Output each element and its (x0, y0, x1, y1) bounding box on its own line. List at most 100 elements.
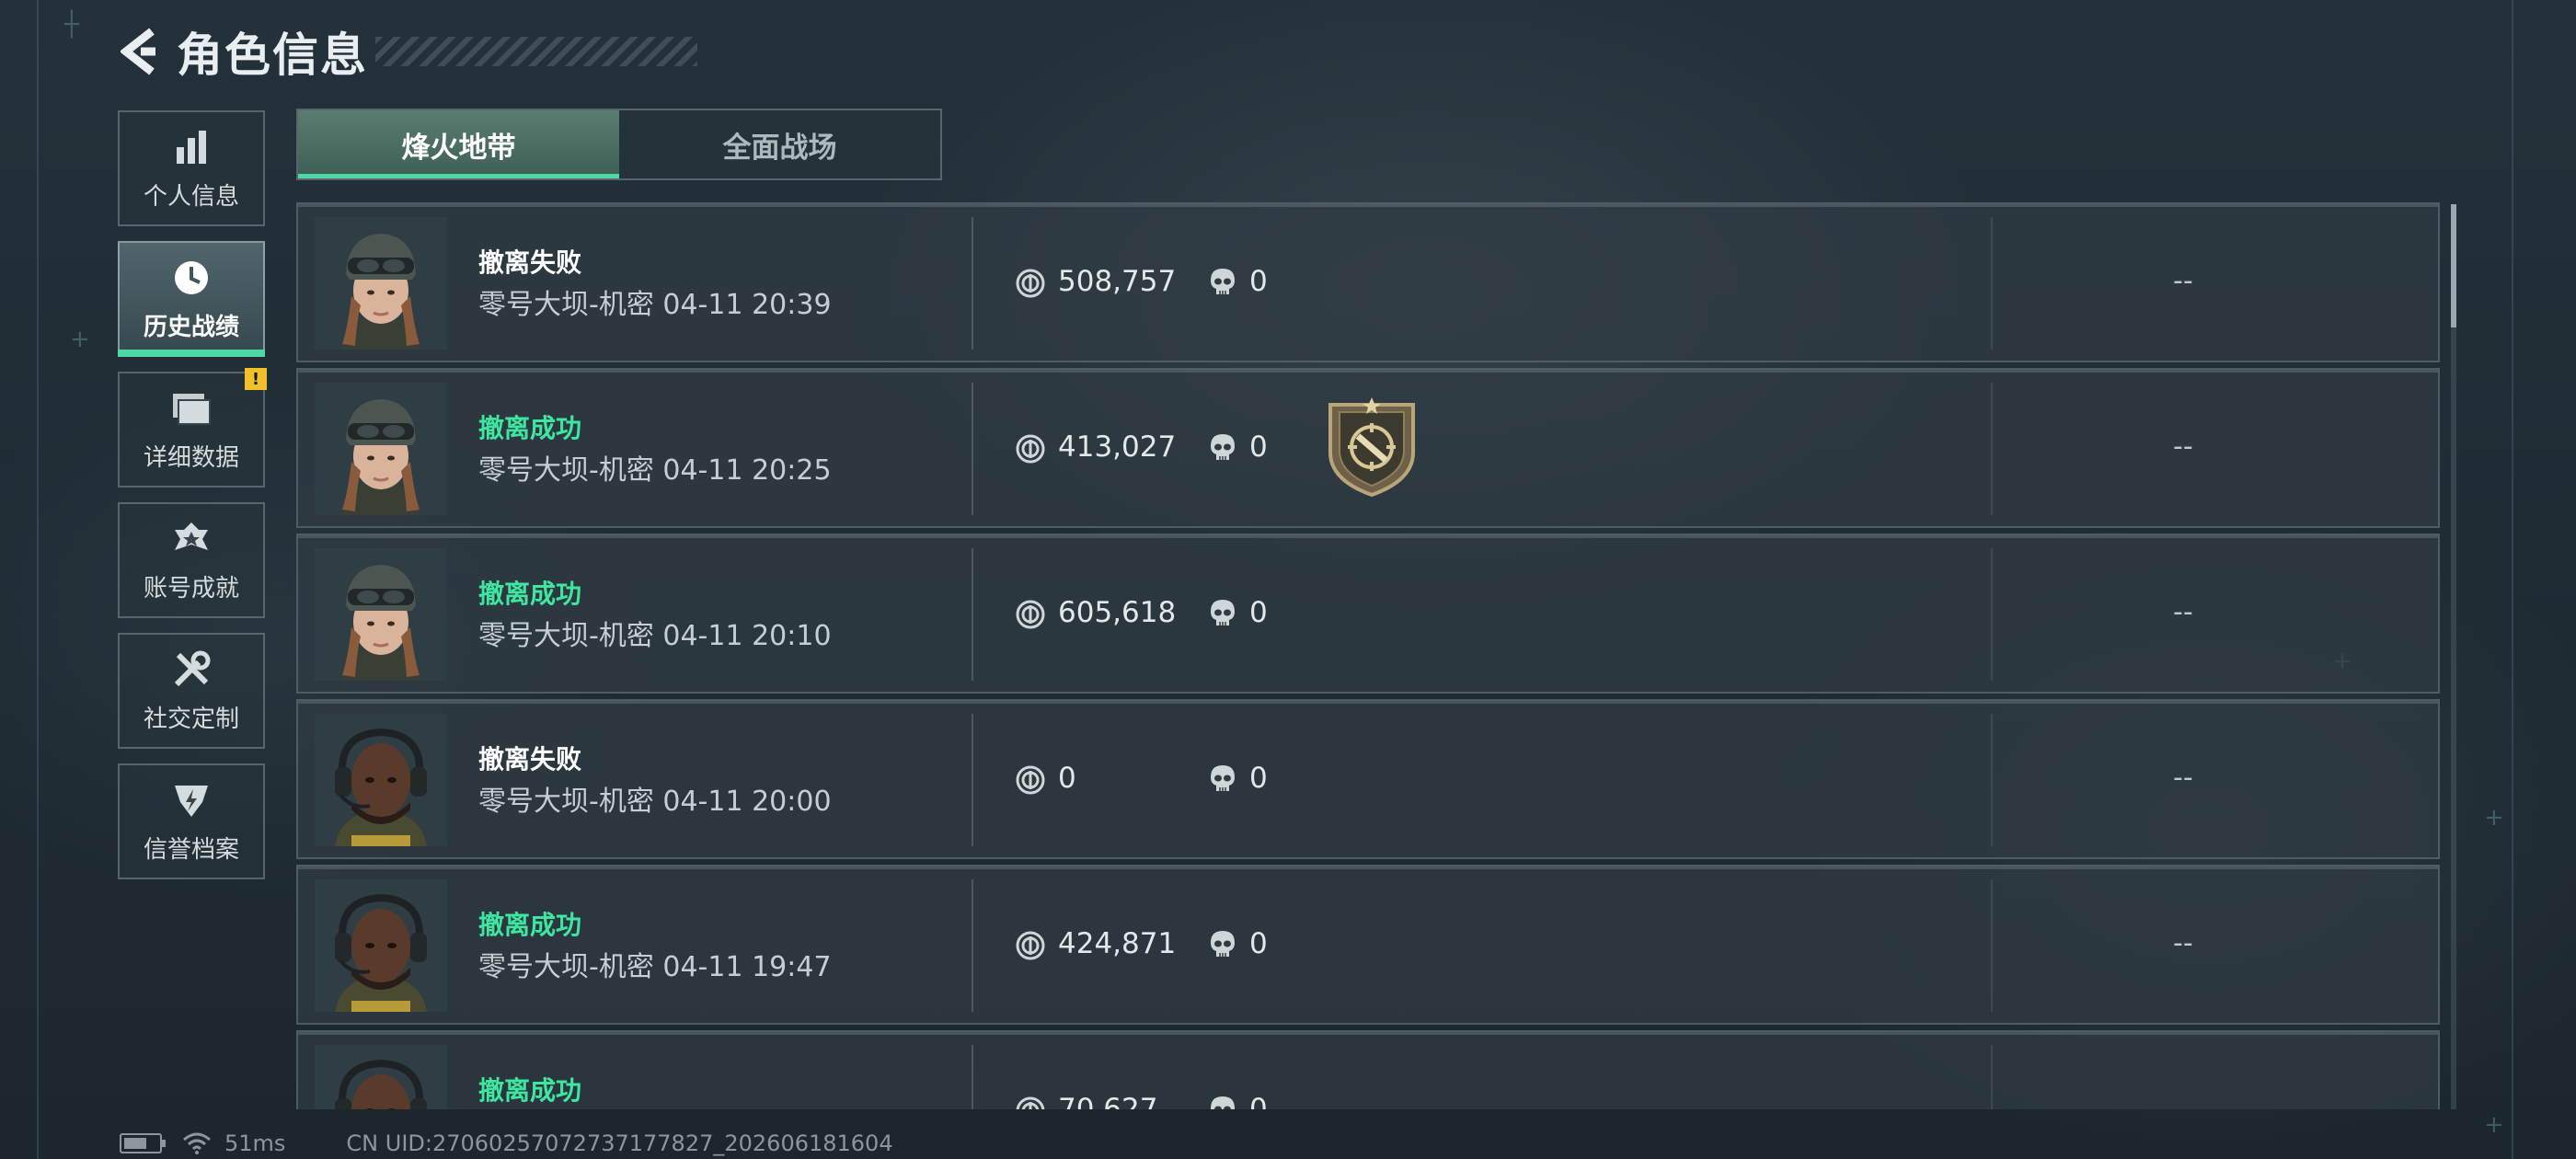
sidebar-item-label: 账号成就 (143, 574, 239, 602)
warning-badge: ! (245, 368, 267, 390)
sidebar-item-label: 信誉档案 (143, 835, 239, 864)
column-divider (972, 217, 973, 350)
loot-value: 413,027 (1058, 430, 1177, 464)
column-divider (972, 383, 973, 515)
wifi-icon (183, 1132, 211, 1154)
sidebar-item-label: 个人信息 (143, 182, 239, 211)
sidebar-item-personal-info[interactable]: 个人信息 (118, 110, 265, 226)
skull-icon (1209, 1095, 1236, 1109)
column-divider (1991, 383, 1993, 515)
match-record-row[interactable]: 撤离失败零号大坝-机密 04-11 20:00 0 0 -- (296, 699, 2440, 859)
coin-icon (1016, 269, 1045, 298)
back-arrow-icon (121, 28, 155, 75)
column-divider (972, 548, 973, 681)
operator-portrait (315, 714, 447, 846)
hud-grid-line (2512, 0, 2513, 1159)
hud-crosshair-decoration: ┼ (64, 11, 79, 39)
column-divider (1991, 548, 1993, 681)
loot-value: 424,871 (1058, 927, 1177, 960)
column-divider (972, 714, 973, 846)
page-header: 角色信息 (118, 24, 697, 82)
match-history-list: 撤离失败 零号大坝-机密 04-11 20:39 508,757 0 -- 撤离成功 零号大… (296, 202, 2440, 1109)
column-divider (1991, 879, 1993, 1012)
loot-value: 508,757 (1058, 265, 1177, 298)
match-record-row[interactable]: 撤离成功零号大坝-机密 04-11 19:47 424,871 0 -- (296, 865, 2440, 1025)
operator-portrait (315, 1045, 447, 1109)
sidebar-item-detailed-data[interactable]: 详细数据 ! (118, 368, 267, 488)
folder-stack-icon (170, 387, 213, 430)
skull-icon (1209, 598, 1236, 629)
kill-count: 0 (1249, 762, 1268, 795)
kill-count: 0 (1249, 927, 1268, 960)
coin-icon (1016, 931, 1045, 960)
coin-icon (1016, 1096, 1045, 1109)
ping-text: 51ms (224, 1130, 286, 1156)
rating-value: -- (2173, 265, 2193, 297)
medal-badge-icon (1321, 396, 1422, 499)
sidebar-item-credit-record[interactable]: 信誉档案 (118, 763, 265, 879)
hud-crosshair-decoration: + (70, 326, 90, 353)
column-divider (1991, 714, 1993, 846)
loot-value: 0 (1058, 762, 1076, 795)
column-divider (1991, 1045, 1993, 1109)
sidebar-item-social-custom[interactable]: 社交定制 (118, 633, 265, 749)
sidebar-item-achievements[interactable]: 账号成就 (118, 502, 265, 618)
tab-full-battlefield[interactable]: 全面战场 (619, 110, 940, 178)
sidebar-item-label: 社交定制 (143, 705, 239, 733)
rating-value: -- (2173, 762, 2193, 794)
battery-icon (120, 1133, 166, 1153)
match-record-row[interactable]: 撤离失败零号大坝-机密 04-11 20:39 508,757 0 -- (296, 202, 2440, 362)
extraction-status: 撤离成功 (478, 413, 582, 443)
sidebar-item-match-history[interactable]: 历史战绩 (118, 241, 265, 357)
map-and-time: 零号大坝-机密 04-11 20:00 (478, 786, 832, 818)
skull-icon (1209, 929, 1236, 960)
coin-icon (1016, 765, 1045, 795)
map-and-time: 零号大坝-机密 04-11 19:47 (478, 951, 832, 983)
map-and-time: 零号大坝-机密 04-11 20:25 (478, 454, 832, 487)
hud-grid-line (37, 0, 39, 1159)
uid-text: CN UID:27060257072737177827_202606181604 (346, 1130, 893, 1156)
hud-crosshair-decoration: + (2484, 804, 2504, 832)
tab-hazard-zone[interactable]: 烽火地带 (298, 110, 619, 178)
rating-value: -- (2173, 596, 2193, 628)
title-stripe-decoration (375, 37, 697, 66)
loot-value: 605,618 (1058, 596, 1177, 629)
mode-tabs: 烽火地带 全面战场 (296, 109, 942, 180)
sidebar-item-label: 详细数据 (143, 443, 239, 472)
page-title: 角色信息 (177, 29, 368, 82)
operator-portrait (315, 879, 447, 1012)
column-divider (1991, 217, 1993, 350)
map-and-time: 零号大坝-机密 04-11 20:10 (478, 620, 832, 652)
tools-icon (170, 648, 213, 691)
sidebar: 个人信息 历史战绩 详细数据 ! 账号成就 社交定制 信誉档案 (118, 110, 267, 894)
shield-bolt-icon (170, 779, 213, 821)
match-record-row[interactable]: 撤离成功 零号大坝-机密 04-11 20:25 413,027 0 -- (296, 368, 2440, 528)
operator-portrait (315, 548, 447, 681)
match-record-row[interactable]: 撤离成功 70,627 0 (296, 1030, 2440, 1109)
extraction-status: 撤离失败 (478, 247, 582, 278)
extraction-status: 撤离成功 (478, 1075, 582, 1106)
scrollbar-thumb[interactable] (2451, 204, 2456, 327)
map-and-time: 零号大坝-机密 04-11 20:39 (478, 289, 832, 321)
list-scrollbar[interactable] (2451, 204, 2456, 1109)
kill-count: 0 (1249, 265, 1268, 298)
skull-icon (1209, 763, 1236, 795)
column-divider (972, 1045, 973, 1109)
achievement-star-icon (170, 518, 213, 560)
back-button[interactable] (118, 24, 166, 79)
operator-portrait (315, 383, 447, 515)
loot-value: 70,627 (1058, 1093, 1158, 1109)
hud-crosshair-decoration: + (2484, 1111, 2504, 1139)
clock-history-icon (170, 257, 213, 299)
kill-count: 0 (1249, 1093, 1268, 1109)
status-bar: 51ms CN UID:27060257072737177827_2026061… (120, 1128, 893, 1159)
match-record-row[interactable]: 撤离成功 零号大坝-机密 04-11 20:10 605,618 0 -- (296, 534, 2440, 694)
sidebar-item-label: 历史战绩 (143, 313, 239, 341)
rating-value: -- (2173, 927, 2193, 959)
coin-icon (1016, 434, 1045, 464)
extraction-status: 撤离失败 (478, 744, 582, 775)
extraction-status: 撤离成功 (478, 910, 582, 940)
coin-icon (1016, 600, 1045, 629)
kill-count: 0 (1249, 596, 1268, 629)
operator-portrait (315, 217, 447, 350)
